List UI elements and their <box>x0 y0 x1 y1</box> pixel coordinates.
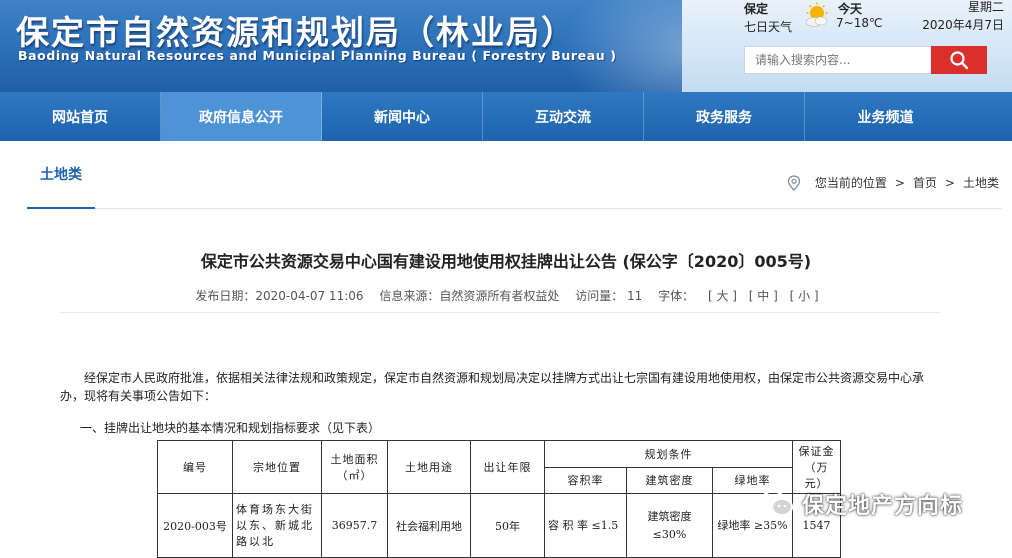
weather-today-label: 今天 <box>838 2 863 16</box>
article-meta: 发布日期：2020-04-07 11:06 信息来源：自然资源所有者权益处 访问… <box>0 287 1012 304</box>
section-heading: 一、挂牌出让地块的基本情况和规划指标要求（见下表） <box>80 421 381 435</box>
nav-item-business[interactable]: 业务频道 <box>805 92 966 141</box>
main-nav: 网站首页 政府信息公开 新闻中心 互动交流 政务服务 业务频道 <box>0 92 1012 141</box>
header-area: 土地面积（㎡） <box>321 440 388 494</box>
info-source: 信息来源：自然资源所有者权益处 <box>379 289 560 303</box>
header-use: 土地用途 <box>387 440 471 494</box>
cell-far: 容 积 率 ≤1.5 <box>544 493 627 558</box>
watermark-text: 保定地产方向标 <box>802 494 964 519</box>
font-size-medium-button[interactable]: [ 中 ] <box>749 289 778 303</box>
nav-item-home[interactable]: 网站首页 <box>0 92 161 141</box>
cell-use: 社会福利用地 <box>387 493 471 558</box>
table-row: 2020-003号 体育场东大街以东、新城北路以北 36957.7 社会福利用地… <box>157 493 841 558</box>
sunny-cloud-icon <box>805 2 828 27</box>
weather-temperature: 7~18℃ <box>836 16 883 30</box>
cell-density: 建筑密度 ≤30% <box>626 493 713 558</box>
nav-item-gov-info[interactable]: 政府信息公开 <box>161 92 322 141</box>
font-size-small-button[interactable]: [ 小 ] <box>790 289 819 303</box>
weather-city: 保定 <box>744 2 769 16</box>
cell-term: 50年 <box>470 493 545 558</box>
header-far: 容积率 <box>544 466 627 494</box>
nav-item-news[interactable]: 新闻中心 <box>322 92 483 141</box>
search-button[interactable] <box>931 46 987 74</box>
breadcrumb-separator: > <box>944 175 955 190</box>
header-location: 宗地位置 <box>232 440 322 494</box>
header-no: 编号 <box>157 440 233 494</box>
location-pin-icon <box>787 174 800 191</box>
site-title-english: Baoding Natural Resources and Municipal … <box>18 48 617 63</box>
site-title[interactable]: 保定市自然资源和规划局（林业局） <box>16 6 576 54</box>
font-size-large-button[interactable]: [ 大 ] <box>708 289 737 303</box>
breadcrumb-home-link[interactable]: 首页 <box>913 174 937 191</box>
header-planning: 规划条件 <box>544 440 793 468</box>
cell-no: 2020-003号 <box>157 493 233 558</box>
nav-item-services[interactable]: 政务服务 <box>644 92 805 141</box>
cell-area: 36957.7 <box>321 493 388 558</box>
current-date: 2020年4月7日 <box>922 18 1004 32</box>
weather-forecast-link[interactable]: 七日天气 <box>744 18 792 35</box>
site-header: 保定市自然资源和规划局（林业局） Baoding Natural Resourc… <box>0 0 1012 92</box>
category-tab[interactable]: 土地类 <box>27 141 95 209</box>
header-density: 建筑密度 <box>626 466 713 494</box>
breadcrumb-prefix: 您当前的位置 <box>814 176 887 190</box>
category-bar: 土地类 您当前的位置 > 首页 > 土地类 <box>27 141 1002 209</box>
breadcrumb-separator: > <box>894 175 905 190</box>
nav-item-interaction[interactable]: 互动交流 <box>483 92 644 141</box>
publish-date: 发布日期：2020-04-07 11:06 <box>195 289 364 303</box>
search-input[interactable] <box>744 46 932 74</box>
wechat-icon <box>760 490 794 517</box>
breadcrumb-current-link[interactable]: 土地类 <box>963 174 999 191</box>
watermark: 保定地产方向标 <box>760 488 963 520</box>
weekday: 星期二 <box>967 0 1004 14</box>
article-paragraph: 经保定市人民政府批准，依据相关法律法规和政策规定，保定市自然资源和规划局决定以挂… <box>60 371 925 403</box>
article-title: 保定市公共资源交易中心国有建设用地使用权挂牌出让公告 (保公字〔2020〕005… <box>200 252 812 271</box>
cell-location: 体育场东大街以东、新城北路以北 <box>232 493 322 558</box>
font-size-label: 字体： <box>658 289 695 303</box>
search-box <box>744 46 987 74</box>
header-deposit: 保证金（万元） <box>792 440 841 494</box>
view-count: 访问量： 11 <box>575 289 643 303</box>
meta-divider <box>60 312 940 313</box>
breadcrumb: 您当前的位置 > 首页 > 土地类 <box>787 174 999 191</box>
land-info-table: 编号 宗地位置 土地面积（㎡） 土地用途 出让年限 规划条件 保证金（万元） 容… <box>157 440 841 558</box>
search-icon <box>950 51 969 70</box>
weather-widget: 保定 七日天气 今天 7~18℃ 星期二 2020年4月7日 <box>744 0 1004 40</box>
header-term: 出让年限 <box>470 440 545 494</box>
